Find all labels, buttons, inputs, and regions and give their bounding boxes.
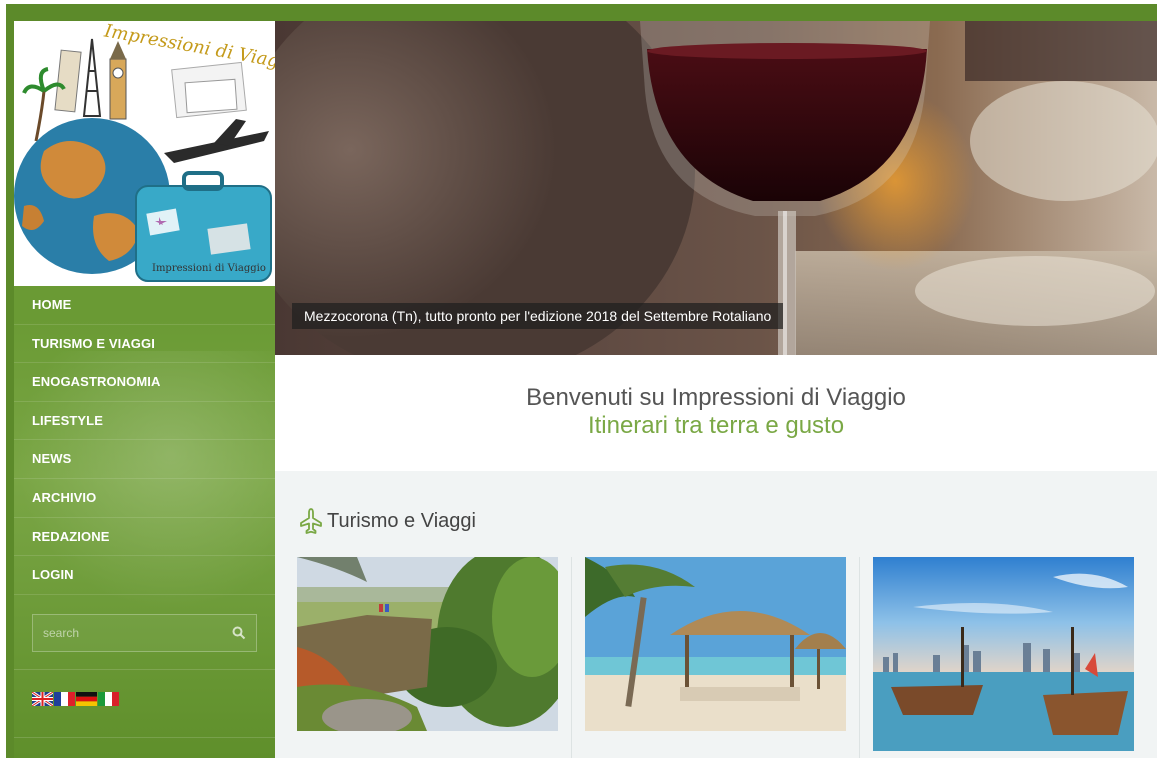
language-selector	[32, 692, 119, 706]
article-image-harbor	[873, 557, 1134, 751]
nav-item-turismo-e-viaggi[interactable]: TURISMO E VIAGGI	[14, 325, 275, 364]
card-divider	[571, 557, 572, 758]
article-card-image[interactable]	[297, 557, 558, 731]
flag-germany-icon[interactable]	[76, 692, 97, 706]
sidebar-divider	[14, 737, 275, 738]
nav-item-login[interactable]: LOGIN	[14, 556, 275, 595]
sidebar-divider	[14, 669, 275, 670]
flag-italy-icon[interactable]	[98, 692, 119, 706]
logo-illustration: Impressioni di Viaggio Impressioni di Vi…	[14, 21, 275, 286]
site-logo[interactable]: Impressioni di Viaggio Impressioni di Vi…	[14, 21, 275, 286]
hero-slideshow[interactable]: Mezzocorona (Tn), tutto pronto per l'edi…	[275, 21, 1157, 355]
hero-caption[interactable]: Mezzocorona (Tn), tutto pronto per l'edi…	[292, 303, 784, 329]
welcome-subtitle: Itinerari tra terra e gusto	[587, 412, 845, 439]
nav-item-archivio[interactable]: ARCHIVIO	[14, 479, 275, 518]
main-navigation: HOME TURISMO E VIAGGI ENOGASTRONOMIA LIF…	[14, 286, 275, 595]
section-turismo-e-viaggi: Turismo e Viaggi	[275, 471, 1157, 758]
article-image-beach	[585, 557, 846, 731]
welcome-banner: Benvenuti su Impressioni di Viaggio Itin…	[275, 355, 1157, 471]
search-input[interactable]	[33, 615, 223, 651]
card-divider	[859, 557, 860, 758]
logo-tag-text: Impressioni di Viaggio	[152, 263, 266, 274]
airplane-icon	[300, 508, 322, 534]
welcome-title: Benvenuti su Impressioni di Viaggio	[526, 384, 906, 411]
section-heading: Turismo e Viaggi	[299, 506, 476, 536]
flag-france-icon[interactable]	[54, 692, 75, 706]
nav-item-enogastronomia[interactable]: ENOGASTRONOMIA	[14, 363, 275, 402]
search-icon[interactable]	[232, 626, 246, 640]
article-image-countryside	[297, 557, 558, 731]
article-card-image[interactable]	[873, 557, 1134, 751]
section-title[interactable]: Turismo e Viaggi	[327, 510, 476, 533]
nav-item-news[interactable]: NEWS	[14, 440, 275, 479]
flag-uk-icon[interactable]	[32, 692, 53, 706]
sidebar: Impressioni di Viaggio Impressioni di Vi…	[14, 21, 275, 758]
nav-item-lifestyle[interactable]: LIFESTYLE	[14, 402, 275, 441]
nav-item-home[interactable]: HOME	[14, 286, 275, 325]
nav-item-redazione[interactable]: REDAZIONE	[14, 518, 275, 557]
article-card-image[interactable]	[585, 557, 846, 731]
search-box	[32, 614, 257, 652]
